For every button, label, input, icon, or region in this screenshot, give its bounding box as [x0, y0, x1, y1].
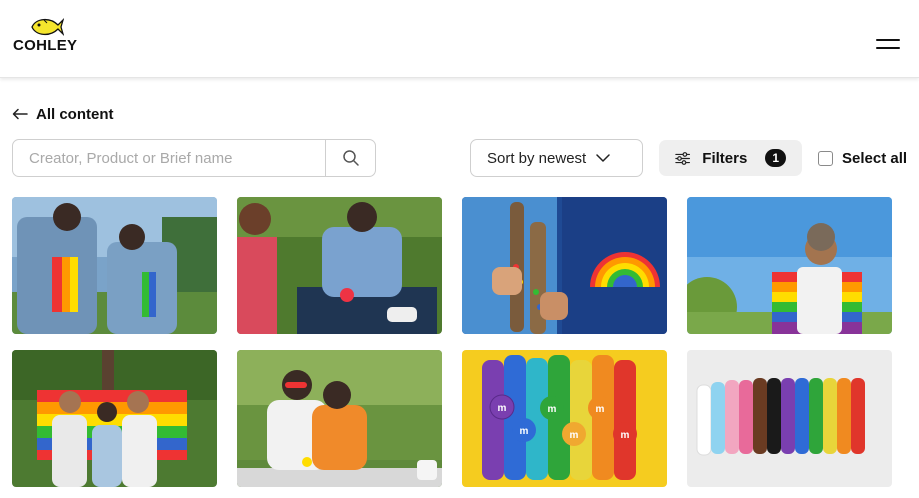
svg-text:m: m — [498, 403, 507, 414]
sort-label: Sort by newest — [487, 149, 587, 167]
svg-text:m: m — [596, 404, 605, 415]
search-button[interactable] — [325, 140, 375, 176]
content-thumbnail[interactable] — [12, 350, 217, 487]
back-label: All content — [36, 105, 114, 123]
filters-label: Filters — [702, 149, 748, 167]
search-icon — [342, 150, 359, 166]
photo-rainbow-candy-yellow: m m m m m m — [462, 350, 667, 487]
content-thumbnail[interactable] — [687, 197, 892, 334]
select-all-checkbox[interactable] — [818, 150, 833, 166]
search-input[interactable] — [13, 140, 325, 176]
chevron-down-icon — [596, 154, 610, 162]
search-box — [12, 139, 376, 177]
filters-count-badge: 1 — [765, 149, 786, 167]
brand-logo[interactable]: COHLEY — [13, 16, 83, 56]
sliders-icon — [675, 151, 690, 165]
photo-women-denim-jackets — [12, 197, 217, 334]
svg-text:m: m — [621, 430, 630, 441]
content-thumbnail[interactable]: m m m m m m — [462, 350, 667, 487]
back-to-all-content-link[interactable]: All content — [12, 103, 114, 125]
fish-icon — [31, 18, 64, 36]
photo-friends-on-grass — [237, 197, 442, 334]
filters-button[interactable]: Filters 1 — [659, 140, 802, 176]
svg-text:m: m — [520, 426, 529, 437]
content-thumbnail[interactable] — [237, 350, 442, 487]
photo-rainbow-candy-white — [687, 350, 892, 487]
photo-group-rainbow-flag-tree — [12, 350, 217, 487]
content-thumbnail[interactable] — [462, 197, 667, 334]
brand-name: COHLEY — [13, 37, 78, 54]
select-all-toggle[interactable]: Select all — [818, 149, 907, 167]
arrow-left-icon — [12, 108, 28, 120]
hamburger-menu-icon[interactable] — [874, 36, 902, 52]
photo-pride-shirts-bottles — [462, 197, 667, 334]
svg-text:m: m — [548, 404, 557, 415]
content-thumbnail[interactable] — [687, 350, 892, 487]
top-header: COHLEY — [0, 0, 919, 78]
content-thumbnail[interactable] — [12, 197, 217, 334]
svg-text:m: m — [570, 430, 579, 441]
content-thumbnail[interactable] — [237, 197, 442, 334]
select-all-label: Select all — [842, 149, 908, 167]
sort-dropdown[interactable]: Sort by newest — [470, 139, 643, 177]
photo-man-rainbow-flag-sky — [687, 197, 892, 334]
photo-couple-picnic-table — [237, 350, 442, 487]
